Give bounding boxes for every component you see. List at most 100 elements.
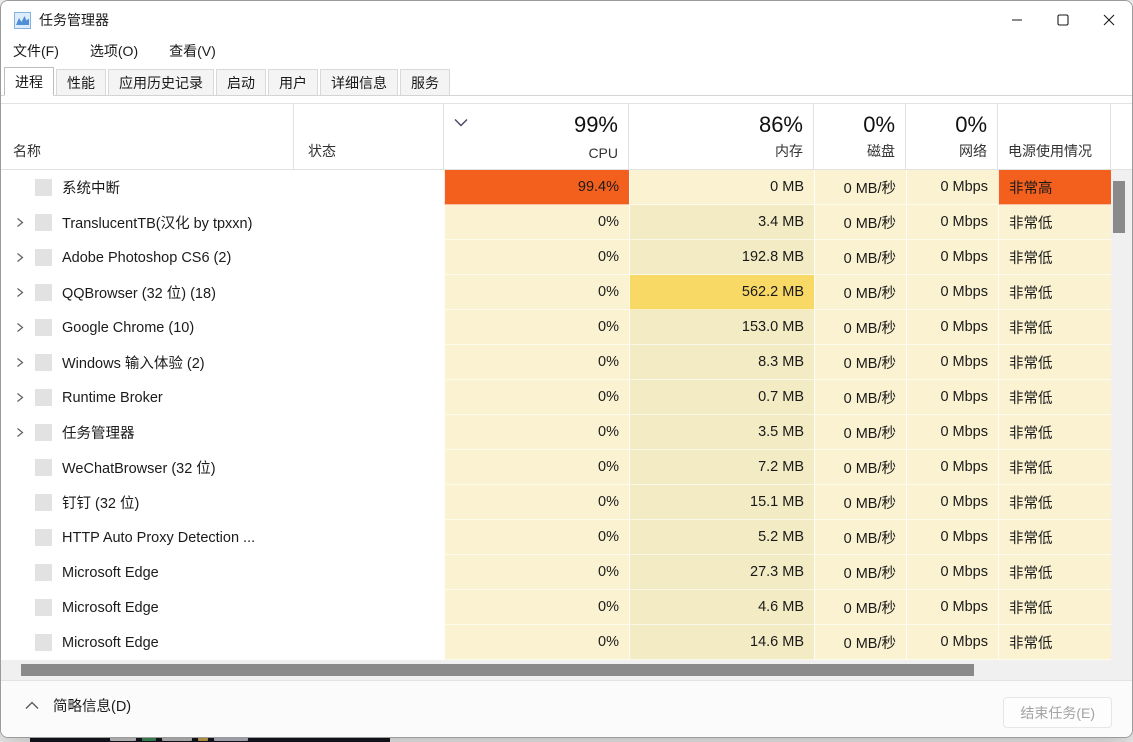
power-cell: 非常低 [998,240,1111,275]
column-header-disk[interactable]: 0% 磁盘 [814,104,906,169]
disk-cell: 0 MB/秒 [814,625,906,660]
disk-cell: 0 MB/秒 [814,380,906,415]
tab-processes[interactable]: 进程 [4,67,54,96]
process-name: Microsoft Edge [62,635,159,651]
tab-startup[interactable]: 启动 [216,69,266,95]
expand-chevron-icon[interactable] [7,322,33,333]
table-row[interactable]: QQBrowser (32 位) (18)0%562.2 MB0 MB/秒0 M… [1,275,1111,310]
process-icon [35,284,52,301]
column-header-cpu[interactable]: 99% CPU [444,104,629,169]
process-name-cell: Windows 输入体验 (2) [1,345,294,380]
tab-app-history[interactable]: 应用历史记录 [108,69,214,95]
process-icon [35,214,52,231]
table-row[interactable]: Microsoft Edge0%14.6 MB0 MB/秒0 Mbps非常低 [1,625,1111,660]
disk-cell: 0 MB/秒 [814,345,906,380]
disk-total-percent: 0% [863,112,895,138]
minimize-button[interactable] [994,1,1040,39]
cpu-cell: 0% [444,310,629,345]
fewer-details-toggle[interactable]: 简略信息(D) [25,695,131,716]
status-cell [294,240,444,275]
table-row[interactable]: Windows 输入体验 (2)0%8.3 MB0 MB/秒0 Mbps非常低 [1,345,1111,380]
memory-cell: 0 MB [629,170,814,205]
table-row[interactable]: HTTP Auto Proxy Detection ...0%5.2 MB0 M… [1,520,1111,555]
process-name: WeChatBrowser (32 位) [62,457,216,478]
tab-performance[interactable]: 性能 [56,69,106,95]
memory-total-percent: 86% [759,112,803,138]
process-name-cell: WeChatBrowser (32 位) [1,450,294,485]
status-cell [294,415,444,450]
column-header-network[interactable]: 0% 网络 [906,104,998,169]
network-cell: 0 Mbps [906,345,998,380]
process-name-cell: Microsoft Edge [1,555,294,590]
network-cell: 0 Mbps [906,450,998,485]
table-row[interactable]: Microsoft Edge0%4.6 MB0 MB/秒0 Mbps非常低 [1,590,1111,625]
power-cell: 非常低 [998,485,1111,520]
horizontal-scrollbar[interactable] [1,660,1133,680]
disk-cell: 0 MB/秒 [814,450,906,485]
column-header-name[interactable]: 名称 [1,104,294,169]
expand-chevron-icon[interactable] [7,392,33,403]
disk-cell: 0 MB/秒 [814,520,906,555]
vertical-scrollbar[interactable] [1111,170,1133,660]
power-cell: 非常低 [998,555,1111,590]
process-icon [35,634,52,651]
disk-cell: 0 MB/秒 [814,240,906,275]
table-row[interactable]: 钉钉 (32 位)0%15.1 MB0 MB/秒0 Mbps非常低 [1,485,1111,520]
process-icon [35,564,52,581]
process-name: Windows 输入体验 (2) [62,352,205,373]
table-row[interactable]: 任务管理器0%3.5 MB0 MB/秒0 Mbps非常低 [1,415,1111,450]
process-name-cell: Microsoft Edge [1,590,294,625]
power-cell: 非常低 [998,450,1111,485]
tab-details[interactable]: 详细信息 [320,69,398,95]
memory-cell: 27.3 MB [629,555,814,590]
maximize-button[interactable] [1040,1,1086,39]
status-cell [294,485,444,520]
process-name: Adobe Photoshop CS6 (2) [62,250,231,266]
horizontal-scrollbar-thumb[interactable] [21,664,974,676]
network-cell: 0 Mbps [906,415,998,450]
close-button[interactable] [1086,1,1132,39]
tab-users[interactable]: 用户 [268,69,318,95]
column-header-power[interactable]: 电源使用情况 [998,104,1111,169]
memory-cell: 3.5 MB [629,415,814,450]
column-header-status[interactable]: 状态 [294,104,444,169]
process-name: HTTP Auto Proxy Detection ... [62,530,255,546]
table-row[interactable]: Adobe Photoshop CS6 (2)0%192.8 MB0 MB/秒0… [1,240,1111,275]
status-cell [294,450,444,485]
table-row[interactable]: 系统中断99.4%0 MB0 MB/秒0 Mbps非常高 [1,170,1111,205]
table-row[interactable]: Google Chrome (10)0%153.0 MB0 MB/秒0 Mbps… [1,310,1111,345]
process-name: Google Chrome (10) [62,320,194,336]
disk-cell: 0 MB/秒 [814,485,906,520]
table-row[interactable]: Microsoft Edge0%27.3 MB0 MB/秒0 Mbps非常低 [1,555,1111,590]
vertical-scrollbar-thumb[interactable] [1113,181,1125,233]
menu-item-options[interactable]: 选项(O) [90,39,149,63]
cpu-cell: 0% [444,240,629,275]
status-cell [294,205,444,240]
menu-item-view[interactable]: 查看(V) [169,39,227,63]
expand-chevron-icon[interactable] [7,217,33,228]
menu-item-file[interactable]: 文件(F) [13,39,70,63]
table-header: 名称 状态 99% CPU 86% 内存 0% 磁盘 0% 网络 电源使用情况 [1,103,1133,170]
process-icon [35,389,52,406]
expand-chevron-icon[interactable] [7,357,33,368]
memory-cell: 8.3 MB [629,345,814,380]
column-header-memory[interactable]: 86% 内存 [629,104,814,169]
disk-cell: 0 MB/秒 [814,205,906,240]
end-task-button[interactable]: 结束任务(E) [1003,697,1112,728]
table-row[interactable]: TranslucentTB(汉化 by tpxxn)0%3.4 MB0 MB/秒… [1,205,1111,240]
table-row[interactable]: Runtime Broker0%0.7 MB0 MB/秒0 Mbps非常低 [1,380,1111,415]
expand-chevron-icon[interactable] [7,427,33,438]
expand-chevron-icon[interactable] [7,287,33,298]
memory-cell: 192.8 MB [629,240,814,275]
disk-cell: 0 MB/秒 [814,555,906,590]
process-name: Microsoft Edge [62,600,159,616]
power-cell: 非常低 [998,275,1111,310]
table-row[interactable]: WeChatBrowser (32 位)0%7.2 MB0 MB/秒0 Mbps… [1,450,1111,485]
cpu-cell: 0% [444,450,629,485]
column-header-overflow [1111,104,1133,169]
expand-chevron-icon[interactable] [7,252,33,263]
process-name-cell: 任务管理器 [1,415,294,450]
cpu-cell: 0% [444,275,629,310]
memory-cell: 562.2 MB [629,275,814,310]
tab-services[interactable]: 服务 [400,69,450,95]
